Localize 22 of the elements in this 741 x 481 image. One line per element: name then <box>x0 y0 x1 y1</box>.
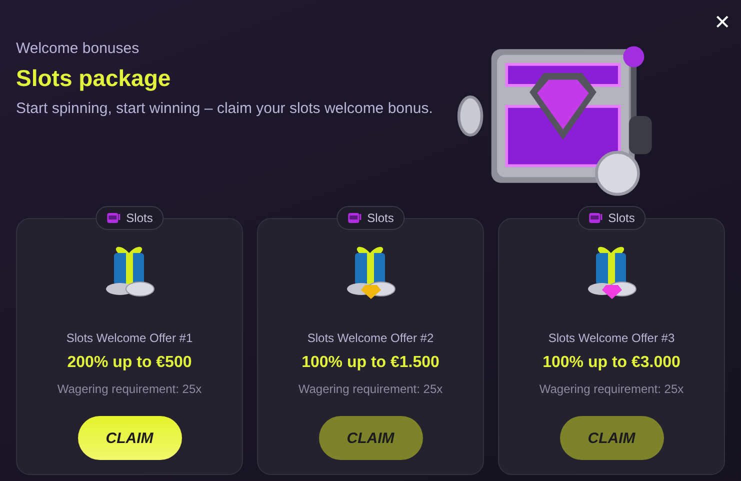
close-button[interactable]: ✕ <box>710 8 735 37</box>
claim-button[interactable]: CLAIM <box>78 416 182 460</box>
section-label: Welcome bonuses <box>16 40 140 57</box>
tag-label: Slots <box>126 211 153 225</box>
offer-amount: 100% up to €3.000 <box>542 354 680 372</box>
package-description: Start spinning, start winning – claim your slots welcome bonus. <box>16 99 434 119</box>
slot-machine-icon <box>106 212 120 224</box>
offer-name: Slots Welcome Offer #2 <box>307 331 434 345</box>
slot-machine-icon <box>588 212 602 224</box>
tag-label: Slots <box>608 211 635 225</box>
tag-label: Slots <box>367 211 394 225</box>
claim-button[interactable]: CLAIM <box>560 416 664 460</box>
offer-name: Slots Welcome Offer #1 <box>66 331 193 345</box>
package-title: Slots package <box>16 65 172 92</box>
wagering-requirement: Wagering requirement: 25x <box>57 382 202 396</box>
offer-amount: 200% up to €500 <box>67 354 192 372</box>
slot-machine-icon <box>347 212 362 224</box>
claim-button[interactable]: CLAIM <box>318 416 422 460</box>
offer-name: Slots Welcome Offer #3 <box>548 331 675 345</box>
wagering-requirement: Wagering requirement: 25x <box>539 382 684 396</box>
wagering-requirement: Wagering requirement: 25x <box>298 382 443 396</box>
offer-amount: 100% up to €1.500 <box>302 354 440 372</box>
